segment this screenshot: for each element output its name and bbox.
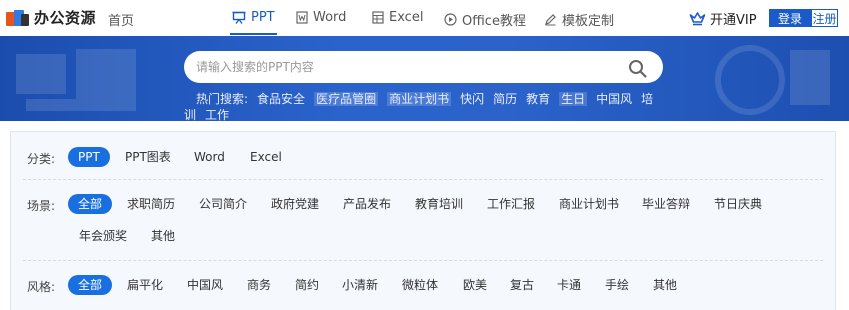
logo-text: 办公资源 <box>34 9 97 27</box>
search-box <box>184 51 663 83</box>
top-navigation: 办公资源 首页 PPT Word Excel Office教程 模板定制 开通V… <box>0 0 849 36</box>
word-doc-icon <box>296 11 308 24</box>
filter-option[interactable]: 产品发布 <box>343 194 391 214</box>
hot-term[interactable]: 中国风 <box>596 92 632 106</box>
filter-option[interactable]: 节日庆典 <box>714 194 762 214</box>
filter-option[interactable]: 教育培训 <box>415 194 463 214</box>
divider <box>23 179 823 180</box>
filter-option-excel[interactable]: Excel <box>250 147 282 167</box>
filter-option-all[interactable]: 全部 <box>68 194 113 214</box>
divider <box>23 260 823 261</box>
filter-label-category: 分类: <box>27 152 56 166</box>
nav-tab-label: Word <box>313 10 347 25</box>
presentation-icon <box>232 11 246 24</box>
filter-option[interactable]: 扁平化 <box>127 275 163 295</box>
banner-decoration-left <box>16 49 136 111</box>
filter-option[interactable]: 手绘 <box>605 275 629 295</box>
filter-option[interactable]: 商业计划书 <box>559 194 619 214</box>
search-icon[interactable] <box>628 59 648 79</box>
hot-term[interactable]: 生日 <box>559 92 588 106</box>
filter-option[interactable]: 复古 <box>510 275 534 295</box>
nav-tab-ppt[interactable]: PPT <box>230 10 277 35</box>
filter-option[interactable]: 商务 <box>247 275 271 295</box>
nav-tab-template-custom[interactable]: 模板定制 <box>544 10 614 29</box>
nav-tab-label: Office教程 <box>462 14 526 29</box>
filter-option[interactable]: 工作汇报 <box>487 194 535 214</box>
filter-row-scene: 场景: 全部 求职简历 公司简介 政府党建 产品发布 教育培训 工作汇报 商业计… <box>27 194 825 254</box>
filter-label-style: 风格: <box>27 280 56 294</box>
nav-tab-label: 模板定制 <box>562 14 615 29</box>
site-logo[interactable]: 办公资源 <box>6 7 96 28</box>
filter-label-scene: 场景: <box>27 199 56 213</box>
hot-search-terms: 热门搜索: 食品安全 医疗品管圈 商业计划书 快闪 简历 教育 生日 中国风 培训 工作 <box>184 91 664 121</box>
filter-option[interactable]: 政府党建 <box>271 194 319 214</box>
search-banner: 热门搜索:食品安全医疗品管圈商业计划书快闪简历教育生日中国风培训工作 <box>0 36 849 121</box>
hot-search-label: 热门搜索: <box>196 92 249 106</box>
logo-mark-icon <box>6 8 30 28</box>
filter-option[interactable]: 小清新 <box>342 275 378 295</box>
filter-option[interactable]: 公司简介 <box>199 194 247 214</box>
filter-option[interactable]: 其他 <box>151 226 175 246</box>
nav-home-link[interactable]: 首页 <box>108 10 134 29</box>
nav-tab-excel[interactable]: Excel <box>372 10 423 25</box>
filter-option[interactable]: 简约 <box>295 275 319 295</box>
filter-row-category: 分类: PPT PPT图表 Word Excel <box>27 147 825 167</box>
filter-option-word[interactable]: Word <box>194 147 225 167</box>
filter-option[interactable]: 其他 <box>653 275 677 295</box>
filter-panel: 分类: PPT PPT图表 Word Excel 场景: 全部 求职简历 公司简… <box>10 131 836 310</box>
nav-tab-office-tutorial[interactable]: Office教程 <box>444 10 526 29</box>
filter-option[interactable]: 求职简历 <box>127 194 175 214</box>
filter-option-ppt[interactable]: PPT <box>68 147 110 167</box>
filter-option-all[interactable]: 全部 <box>68 275 113 295</box>
filter-option-ppt-chart[interactable]: PPT图表 <box>125 147 171 167</box>
filter-option[interactable]: 微粒体 <box>402 275 438 295</box>
hot-term[interactable]: 工作 <box>205 108 229 121</box>
filter-option[interactable]: 年会颁奖 <box>79 226 127 246</box>
filter-option[interactable]: 卡通 <box>557 275 581 295</box>
hot-term[interactable]: 简历 <box>493 92 517 106</box>
search-input[interactable] <box>196 51 616 83</box>
excel-table-icon <box>372 11 384 24</box>
hot-term[interactable]: 教育 <box>526 92 550 106</box>
open-vip-link[interactable]: 开通VIP <box>689 9 757 28</box>
nav-tab-label: Excel <box>389 10 424 25</box>
hot-term[interactable]: 快闪 <box>460 92 484 106</box>
login-button[interactable]: 登录 <box>769 9 811 27</box>
nav-tab-label: PPT <box>251 10 275 25</box>
hot-term[interactable]: 食品安全 <box>257 92 305 106</box>
play-circle-icon <box>444 13 457 26</box>
pen-icon <box>544 13 557 26</box>
register-button[interactable]: 注册 <box>811 9 838 27</box>
filter-option[interactable]: 欧美 <box>463 275 487 295</box>
nav-tab-word[interactable]: Word <box>296 10 346 25</box>
crown-icon <box>689 11 706 26</box>
vip-label: 开通VIP <box>710 13 757 28</box>
banner-decoration-right <box>715 45 830 115</box>
hot-term[interactable]: 医疗品管圈 <box>314 92 379 106</box>
filter-option[interactable]: 毕业答辩 <box>642 194 690 214</box>
filter-option[interactable]: 中国风 <box>187 275 223 295</box>
hot-term[interactable]: 商业计划书 <box>387 92 452 106</box>
filter-row-style: 风格: 全部 扁平化 中国风 商务 简约 小清新 微粒体 欧美 复古 卡通 手绘… <box>27 275 825 295</box>
